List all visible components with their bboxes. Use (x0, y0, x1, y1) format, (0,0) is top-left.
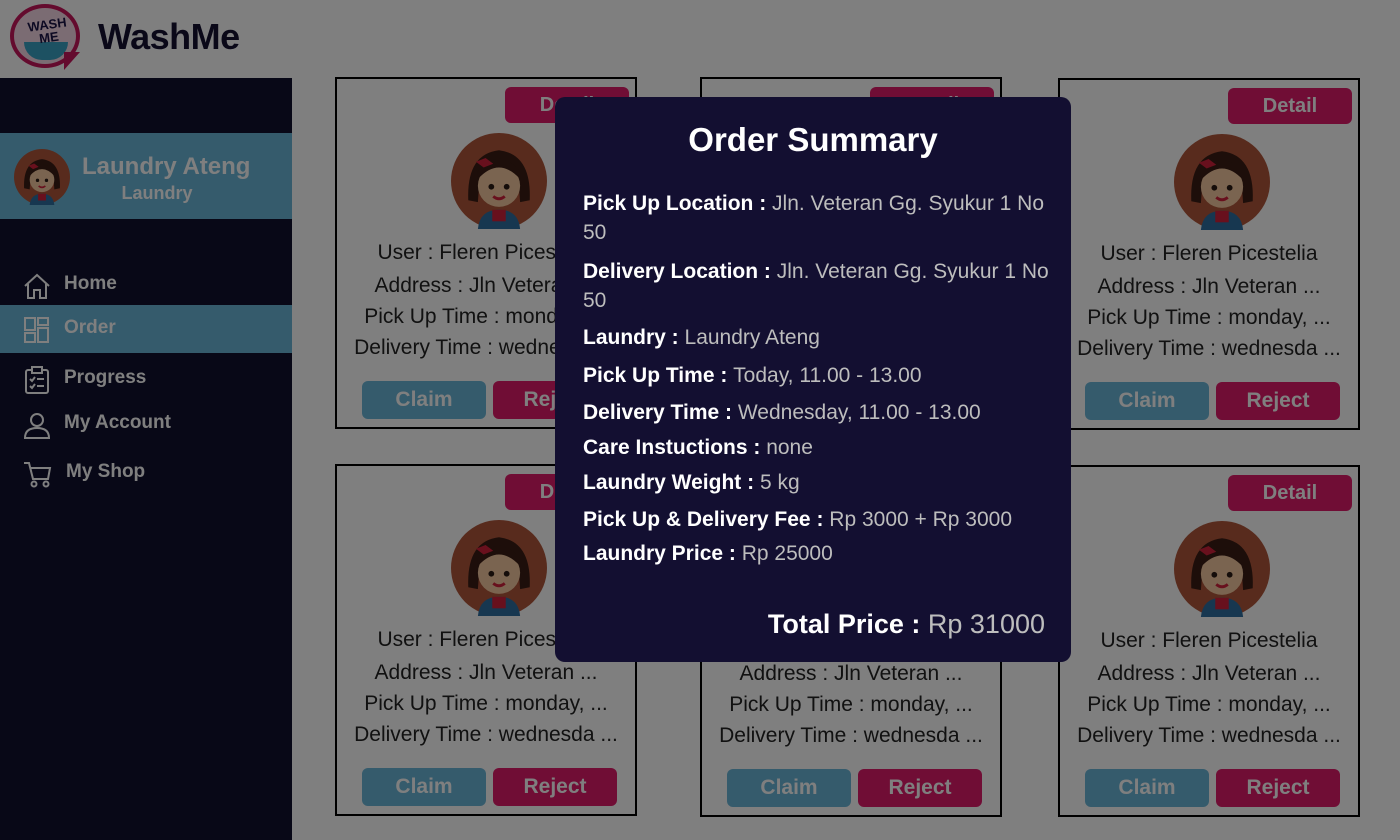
laundry-price-row: Laundry Price : Rp 25000 (583, 539, 1053, 568)
pickup-location-label: Pick Up Location : (583, 192, 773, 215)
care-instructions-row: Care Instuctions : none (583, 433, 1053, 462)
delivery-time-label: Delivery Time : (583, 401, 738, 424)
delivery-location-label: Delivery Location : (583, 260, 777, 283)
laundry-weight-value: 5 kg (759, 471, 800, 494)
laundry-row: Laundry : Laundry Ateng (583, 323, 1053, 352)
laundry-value: Laundry Ateng (684, 326, 820, 349)
laundry-label: Laundry : (583, 326, 685, 349)
delivery-fee-value: Rp 3000 + Rp 3000 (829, 508, 1013, 531)
pickup-time-value: Today, 11.00 - 13.00 (733, 364, 922, 387)
laundry-price-value: Rp 25000 (741, 542, 833, 565)
laundry-weight-label: Laundry Weight : (583, 471, 760, 494)
laundry-weight-row: Laundry Weight : 5 kg (583, 468, 1053, 497)
care-instructions-label: Care Instuctions : (583, 436, 767, 459)
pickup-time-label: Pick Up Time : (583, 364, 734, 387)
pickup-time-row: Pick Up Time : Today, 11.00 - 13.00 (583, 361, 1053, 390)
total-price-label: Total Price : (767, 609, 928, 639)
care-instructions-value: none (766, 436, 813, 459)
order-summary-modal: Order Summary Pick Up Location : Jln. Ve… (555, 97, 1071, 662)
pickup-location-row: Pick Up Location : Jln. Veteran Gg. Syuk… (583, 189, 1053, 247)
delivery-location-row: Delivery Location : Jln. Veteran Gg. Syu… (583, 257, 1053, 315)
modal-title: Order Summary (688, 121, 938, 158)
total-price-value: Rp 31000 (927, 609, 1045, 639)
delivery-fee-label: Pick Up & Delivery Fee : (583, 508, 830, 531)
delivery-time-value: Wednesday, 11.00 - 13.00 (737, 401, 981, 424)
total-price-row: Total Price : Rp 31000 (768, 609, 1045, 640)
delivery-time-row: Delivery Time : Wednesday, 11.00 - 13.00 (583, 398, 1053, 427)
delivery-fee-row: Pick Up & Delivery Fee : Rp 3000 + Rp 30… (583, 505, 1053, 534)
laundry-price-label: Laundry Price : (583, 542, 742, 565)
